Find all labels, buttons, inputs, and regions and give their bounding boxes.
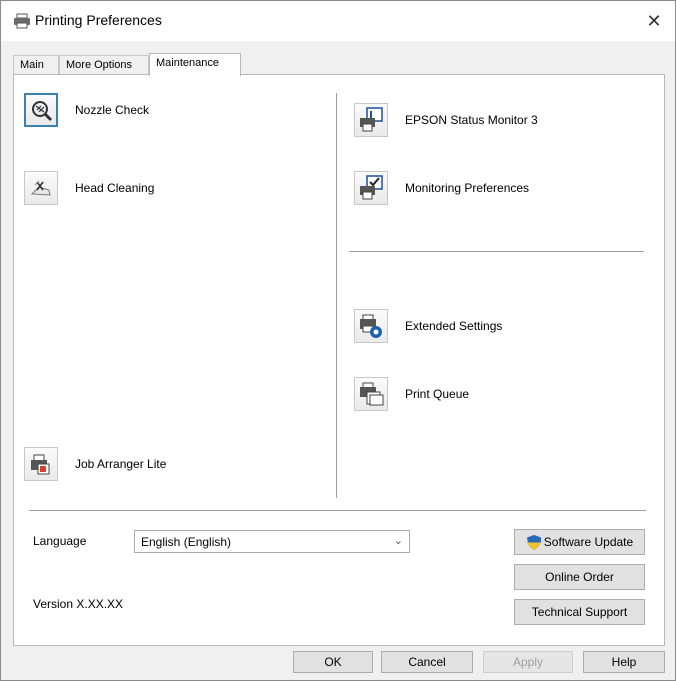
software-update-label: Software Update [543,535,634,549]
nozzle-check-icon [32,101,53,122]
chevron-down-icon: ⌄ [393,535,403,547]
monitoring-preferences-button[interactable] [354,171,388,205]
extended-settings-button[interactable] [354,309,388,343]
printing-preferences-window: Printing Preferences ✕ Main More Options… [0,0,676,681]
tab-more-options[interactable]: More Options [59,55,149,75]
cancel-button[interactable]: Cancel [381,651,473,673]
head-cleaning-item[interactable]: Head Cleaning [24,171,154,205]
nozzle-check-button[interactable] [24,93,58,127]
nozzle-check-item[interactable]: Nozzle Check [24,93,149,127]
head-cleaning-button[interactable] [24,171,58,205]
technical-support-button[interactable]: Technical Support [514,599,645,625]
language-selected-value: English (English) [141,535,232,549]
extended-settings-item[interactable]: Extended Settings [354,309,502,343]
ok-button[interactable]: OK [293,651,373,673]
tab-main[interactable]: Main [13,55,59,75]
extended-settings-icon [360,314,382,338]
online-order-button[interactable]: Online Order [514,564,645,590]
monitoring-preferences-icon [360,175,383,200]
window-title: Printing Preferences [35,12,162,28]
head-cleaning-label: Head Cleaning [75,181,155,195]
extended-settings-label: Extended Settings [405,319,503,333]
vertical-divider [336,93,337,498]
version-text: Version X.XX.XX [33,597,124,611]
help-button[interactable]: Help [583,651,665,673]
print-queue-icon [360,382,384,406]
close-button[interactable]: ✕ [641,9,667,33]
status-monitor-label: EPSON Status Monitor 3 [405,113,538,127]
print-queue-button[interactable] [354,377,388,411]
software-update-button[interactable]: Software Update [514,529,645,555]
language-select[interactable]: English (English) ⌄ [134,530,410,553]
monitoring-preferences-item[interactable]: Monitoring Preferences [354,171,529,205]
shield-icon [526,535,541,551]
printer-icon [14,13,30,29]
nozzle-check-label: Nozzle Check [75,103,150,117]
monitoring-preferences-label: Monitoring Preferences [405,181,530,195]
apply-button[interactable]: Apply [483,651,573,673]
print-queue-label: Print Queue [405,387,470,401]
status-monitor-item[interactable]: EPSON Status Monitor 3 [354,103,538,137]
right-horizontal-divider [349,251,644,252]
job-arranger-lite-label: Job Arranger Lite [75,457,167,471]
title-bar: Printing Preferences ✕ [1,1,675,41]
job-arranger-lite-item[interactable]: Job Arranger Lite [24,447,166,481]
status-monitor-icon [360,107,383,132]
language-label: Language [33,534,87,548]
maintenance-panel: Nozzle Check Head Cleaning Job Arranger … [13,74,665,646]
tab-maintenance[interactable]: Maintenance [149,53,241,76]
status-monitor-button[interactable] [354,103,388,137]
head-cleaning-icon [30,180,51,196]
job-arranger-lite-button[interactable] [24,447,58,481]
job-arranger-icon [31,454,50,475]
print-queue-item[interactable]: Print Queue [354,377,469,411]
bottom-horizontal-divider [29,510,646,511]
